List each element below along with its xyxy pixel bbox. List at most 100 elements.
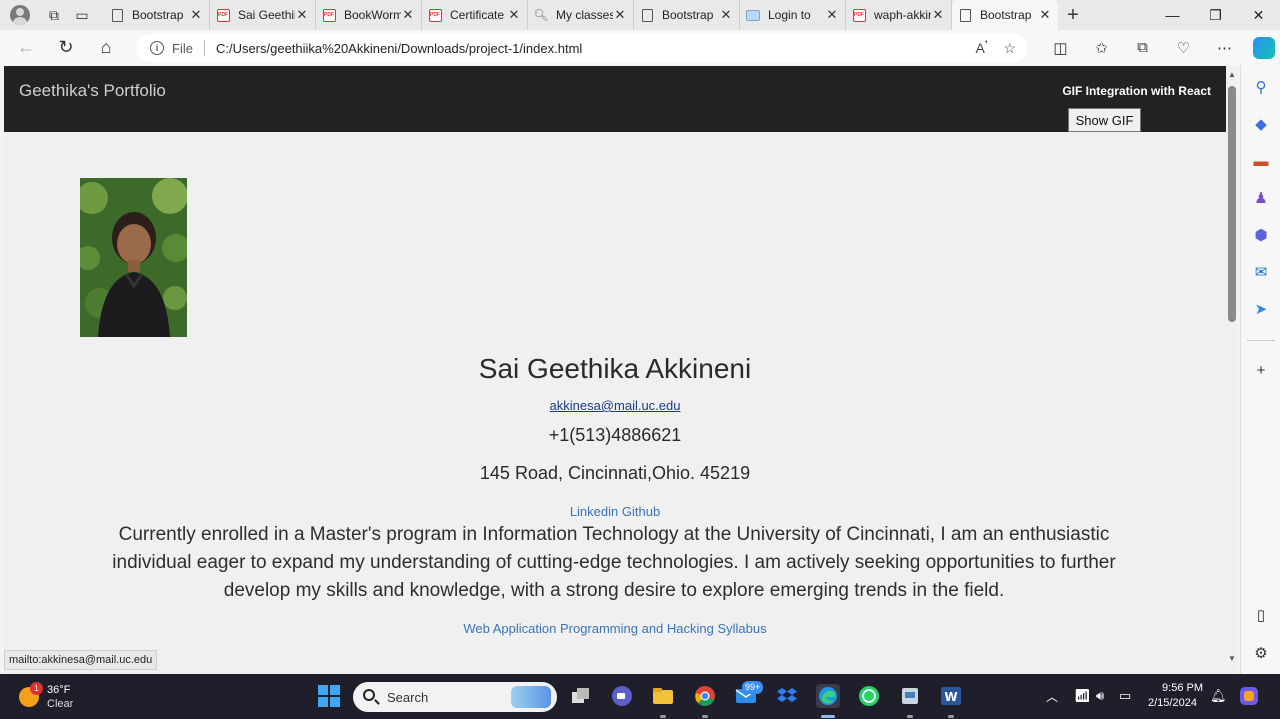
new-tab-icon[interactable]: + [1058,4,1088,27]
tab[interactable]: PDF Sai Geethika ✕ [210,0,316,30]
dropbox-icon[interactable] [775,684,799,708]
profile-icon [10,5,30,25]
back-icon[interactable]: ← [6,30,46,65]
site-brand[interactable]: Geethika's Portfolio [19,81,166,101]
browser-toolbar: ← ↻ ⌂ i File C:/Users/geethiika%20Akkine… [0,30,1280,65]
extensions-icon[interactable]: ♡ [1163,39,1204,57]
task-view-icon[interactable] [569,684,593,708]
close-tab-icon[interactable]: ✕ [295,7,309,23]
wifi-icon[interactable]: 📶︎ [1074,688,1091,704]
svg-text:W: W [944,690,957,704]
close-tab-icon[interactable]: ✕ [825,7,839,23]
sidebar-drop-icon[interactable]: ➤ [1251,299,1271,319]
github-link[interactable]: Github [622,504,660,519]
running-indicator [702,715,708,718]
sidebar-toggle-icon[interactable]: ▯ [1251,605,1271,625]
address-divider [203,40,205,56]
close-tab-icon[interactable]: ✕ [401,7,415,23]
file-explorer-icon[interactable] [651,684,675,708]
site-navbar: Geethika's Portfolio GIF Integration wit… [4,66,1226,132]
weather-temp: 36°F [47,684,71,696]
volume-icon[interactable]: 🔊︎ [1096,688,1104,704]
scroll-up-icon[interactable]: ▲ [1227,70,1237,79]
sidebar-shopping-icon[interactable]: ◆ [1251,114,1271,134]
tab[interactable]: Bootstrap ✕ [634,0,740,30]
sidebar-tools-icon[interactable]: ▬ [1251,151,1271,171]
close-tab-icon[interactable]: ✕ [189,7,203,23]
collections-icon[interactable]: ⧉ [1122,39,1163,56]
search-icon: 🔍︎ [533,8,549,22]
tab[interactable]: PDF Certificate ✕ [422,0,528,30]
profile-button[interactable] [0,0,40,30]
tab-title: Certificate [450,8,505,22]
sidebar-search-icon[interactable]: ⚲ [1251,77,1271,97]
tab-active[interactable]: Bootstrap ✕ [952,0,1058,30]
tab-strip: ⧉ ▭ Bootstrap ✕ PDF Sai Geethika ✕ PDF B… [0,0,1280,30]
workspaces-icon[interactable]: ⧉ [40,0,68,30]
image-icon [746,9,760,21]
read-aloud-icon[interactable]: A𝄒 [976,40,988,57]
chrome-icon[interactable] [693,684,717,708]
copilot-icon[interactable] [1253,36,1275,59]
weather-widget[interactable]: 1 36°F Clear [16,682,116,712]
start-button[interactable] [317,684,341,708]
sidebar-add-icon[interactable]: + [1251,360,1271,380]
clock-time[interactable]: 9:56 PM [1161,682,1203,694]
info-icon[interactable]: i [150,41,164,55]
close-tab-icon[interactable]: ✕ [613,7,627,23]
show-hidden-icons[interactable]: ︿ [1046,688,1058,705]
app-preview-icon[interactable] [898,684,922,708]
tab-title: My classes [556,8,613,22]
teams-chat-icon[interactable] [610,684,634,708]
close-tab-icon[interactable]: ✕ [719,7,733,23]
close-tab-icon[interactable]: ✕ [931,7,945,23]
tab[interactable]: 🔍︎ My classes ✕ [528,0,634,30]
page-scrollbar[interactable]: ▲ ▼ [1226,66,1238,674]
refresh-icon[interactable]: ↻ [46,30,86,65]
tab-title: BookWorm [344,8,401,22]
restore-icon[interactable]: ❐ [1194,0,1237,30]
syllabus-row: Web Application Programming and Hacking … [4,621,1226,636]
copilot-taskbar-icon[interactable] [1237,684,1261,708]
show-gif-button[interactable]: Show GIF [1068,108,1141,132]
battery-icon[interactable]: ▭ [1119,688,1131,704]
edge-browser-icon[interactable] [816,684,840,708]
taskbar-search[interactable]: Search [353,682,557,712]
scrollbar-thumb[interactable] [1228,86,1236,322]
word-icon[interactable]: W [939,684,963,708]
whatsapp-icon[interactable] [857,684,881,708]
tab[interactable]: Login to ✕ [740,0,846,30]
pdf-icon: PDF [428,8,442,22]
close-tab-icon[interactable]: ✕ [1038,7,1052,23]
address-bar[interactable]: i File C:/Users/geethiika%20Akkineni/Dow… [136,34,1028,62]
favorite-star-icon[interactable]: ☆ [1003,40,1016,57]
minimize-icon[interactable]: — [1151,0,1194,30]
notification-bell-icon[interactable]: 🔔︎ [1210,688,1227,704]
sidebar-outlook-icon[interactable]: ✉ [1251,262,1271,282]
home-icon[interactable]: ⌂ [86,30,126,65]
close-tab-icon[interactable]: ✕ [507,7,521,23]
search-highlight-icon [511,686,551,708]
clock-date[interactable]: 2/15/2024 [1148,697,1197,709]
email-link[interactable]: akkinesa@mail.uc.edu [550,398,681,413]
tab[interactable]: Bootstrap ✕ [104,0,210,30]
more-menu-icon[interactable]: ⋯ [1204,39,1245,57]
address-scheme: File [172,40,193,56]
sidebar-office-icon[interactable]: ⬢ [1251,225,1271,245]
active-app-indicator [821,715,835,718]
scroll-down-icon[interactable]: ▼ [1227,654,1237,663]
sidebar-settings-icon[interactable]: ⚙ [1251,643,1271,663]
sidebar-games-icon[interactable]: ♟ [1251,188,1271,208]
split-screen-icon[interactable]: ◫ [1040,39,1081,57]
linkedin-link[interactable]: Linkedin [570,504,618,519]
favorites-icon[interactable]: ✩ [1081,39,1122,57]
tab-actions-icon[interactable]: ▭ [68,0,96,30]
syllabus-link[interactable]: Web Application Programming and Hacking … [463,621,766,636]
tab[interactable]: PDF BookWorm ✕ [316,0,422,30]
edge-sidebar: ⚲ ◆ ▬ ♟ ⬢ ✉ ➤ + ▯ ⚙ [1240,65,1280,674]
address-url[interactable]: C:/Users/geethiika%20Akkineni/Downloads/… [216,41,582,56]
page-viewport: Geethika's Portfolio GIF Integration wit… [4,66,1226,674]
tab[interactable]: PDF waph-akkinesa ✕ [846,0,952,30]
tab-title: Bootstrap [662,8,714,22]
close-window-icon[interactable]: ✕ [1237,0,1280,30]
